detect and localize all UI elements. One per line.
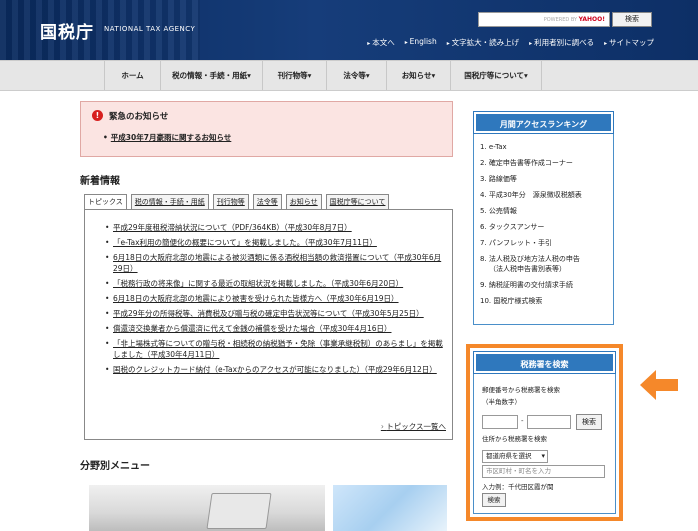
site-logo[interactable]: 国税庁: [40, 18, 94, 43]
ranking-item[interactable]: 10. 国税庁様式検索: [480, 296, 613, 306]
nav-home[interactable]: ホーム: [104, 61, 160, 90]
zip-code-second-input[interactable]: [527, 415, 571, 429]
english-link[interactable]: English: [405, 37, 437, 48]
search-powered-by: POWERED BY YAHOO!: [543, 16, 605, 23]
zip-search-note: （半角数字）: [482, 398, 521, 406]
office-search-title: 税務署を検索: [473, 351, 616, 374]
nav-laws[interactable]: 法令等▾: [326, 61, 386, 90]
news-item[interactable]: 6月18日の大阪府北部の地震による被災酒類に係る酒税相当額の救済措置について（平…: [105, 252, 445, 274]
site-search-button[interactable]: 検索: [612, 12, 652, 27]
zip-search-label: 郵便番号から税務署を検索: [482, 386, 560, 394]
topics-list-link[interactable]: トピックス一覧へ: [381, 421, 446, 432]
ranking-item-label-cont: （法人税申告書別表等）: [489, 265, 566, 273]
news-title: 新着情報: [80, 176, 120, 187]
alert-icon: !: [92, 110, 103, 121]
news-item[interactable]: 「e-Tax利用の簡便化の概要について」を掲載しました。（平成30年7月11日）: [105, 237, 445, 248]
user-type-link[interactable]: 利用者別に調べる: [529, 37, 594, 48]
field-menu-image-laptop[interactable]: [89, 485, 325, 531]
access-ranking-panel: 月間アクセスランキング 1. e-Tax 2. 確定申告書等作成コーナー 3. …: [473, 111, 614, 325]
ranking-item[interactable]: 1. e-Tax: [480, 142, 613, 152]
ranking-item[interactable]: 5. 公売情報: [480, 206, 613, 216]
nav-publications[interactable]: 刊行物等▾: [262, 61, 326, 90]
news-item[interactable]: 償還済交換業者から償還済に代えて金銭の補償を受けた場合（平成30年4月16日）: [105, 323, 445, 334]
emergency-link[interactable]: 平成30年7月豪雨に関するお知らせ: [103, 132, 232, 143]
tab-tax-info[interactable]: 税の情報・手続・用紙: [130, 194, 209, 210]
nav-about[interactable]: 国税庁等について▾: [450, 61, 542, 90]
input-example: 入力例：千代田区霞が関: [482, 483, 554, 491]
ranking-item[interactable]: 7. パンフレット・手引: [480, 238, 613, 248]
ranking-item[interactable]: 6. タックスアンサー: [480, 222, 613, 232]
news-tabs: トピックス 税の情報・手続・用紙 刊行物等 法令等 お知らせ 国税庁等について: [84, 194, 393, 210]
site-search-input[interactable]: POWERED BY YAHOO!: [478, 12, 610, 27]
nav-notices[interactable]: お知らせ▾: [386, 61, 450, 90]
utility-links: 本文へ English 文字拡大・読み上げ 利用者別に調べる サイトマップ: [367, 37, 654, 48]
nav-tax-info[interactable]: 税の情報・手続・用紙▾: [160, 61, 262, 90]
zip-dash: -: [521, 417, 524, 425]
skip-to-content-link[interactable]: 本文へ: [367, 37, 395, 48]
tab-laws[interactable]: 法令等: [252, 194, 282, 210]
news-item[interactable]: 平成29年度租税滞納状況について（PDF/364KB）（平成30年8月7日）: [105, 222, 445, 233]
laptop-icon: [206, 493, 272, 529]
news-item[interactable]: 平成29年分の所得税等、消費税及び贈与税の確定申告状況等について（平成30年5月…: [105, 308, 445, 319]
tab-publications[interactable]: 刊行物等: [212, 194, 249, 210]
news-item[interactable]: 「税務行政の将来像」に関する最近の取組状況を掲載しました。（平成30年6月20日…: [105, 278, 445, 289]
prefecture-select[interactable]: 都道府県を選択: [482, 450, 548, 463]
news-list: 平成29年度租税滞納状況について（PDF/364KB）（平成30年8月7日） 「…: [105, 222, 445, 379]
news-panel: 平成29年度租税滞納状況について（PDF/364KB）（平成30年8月7日） 「…: [84, 209, 453, 440]
site-header: 国税庁 NATIONAL TAX AGENCY POWERED BY YAHOO…: [0, 0, 698, 60]
tab-notices[interactable]: お知らせ: [285, 194, 322, 210]
ranking-item[interactable]: 4. 平成30年分 源泉徴収税額表: [480, 190, 613, 200]
address-search-button[interactable]: 検索: [482, 493, 506, 507]
tax-office-search-panel: 税務署を検索 郵便番号から税務署を検索 （半角数字） - 検索 住所から税務署を…: [473, 351, 616, 514]
ranking-list: 1. e-Tax 2. 確定申告書等作成コーナー 3. 路線価等 4. 平成30…: [474, 133, 613, 306]
global-nav: ホーム 税の情報・手続・用紙▾ 刊行物等▾ 法令等▾ お知らせ▾ 国税庁等につい…: [0, 60, 698, 91]
zip-search-button[interactable]: 検索: [576, 414, 602, 430]
address-search-label: 住所から税務署を検索: [482, 435, 547, 443]
city-input[interactable]: 市区町村・町名を入力: [482, 465, 605, 478]
news-item[interactable]: 6月18日の大阪府北部の地震により被害を受けられた皆様方へ（平成30年6月19日…: [105, 293, 445, 304]
ranking-item-label: 8. 法人税及び地方法人税の申告: [480, 255, 580, 263]
emergency-notice: ! 緊急のお知らせ 平成30年7月豪雨に関するお知らせ: [80, 101, 453, 157]
ranking-item[interactable]: 9. 納税証明書の交付請求手続: [480, 280, 613, 290]
pointer-arrow-icon: [640, 370, 678, 400]
emergency-title: 緊急のお知らせ: [109, 112, 169, 122]
site-logo-subtitle: NATIONAL TAX AGENCY: [104, 25, 196, 33]
ranking-item[interactable]: 8. 法人税及び地方法人税の申告 （法人税申告書別表等）: [480, 254, 613, 274]
ranking-item[interactable]: 2. 確定申告書等作成コーナー: [480, 158, 613, 168]
ranking-item[interactable]: 3. 路線価等: [480, 174, 613, 184]
field-menu-image-documents[interactable]: [333, 485, 447, 531]
news-item[interactable]: 「非上場株式等についての贈与税・相続税の納税猶予・免除（事業承継税制）のあらまし…: [105, 338, 445, 360]
zip-code-first-input[interactable]: [482, 415, 518, 429]
news-item[interactable]: 国税のクレジットカード納付（e-Taxからのアクセスが可能になりました）（平成2…: [105, 364, 445, 375]
tab-topics[interactable]: トピックス: [84, 194, 127, 210]
text-size-link[interactable]: 文字拡大・読み上げ: [447, 37, 520, 48]
ranking-title: 月間アクセスランキング: [473, 111, 614, 134]
field-menu-title: 分野別メニュー: [80, 461, 150, 472]
sitemap-link[interactable]: サイトマップ: [604, 37, 654, 48]
tab-about[interactable]: 国税庁等について: [325, 194, 390, 210]
